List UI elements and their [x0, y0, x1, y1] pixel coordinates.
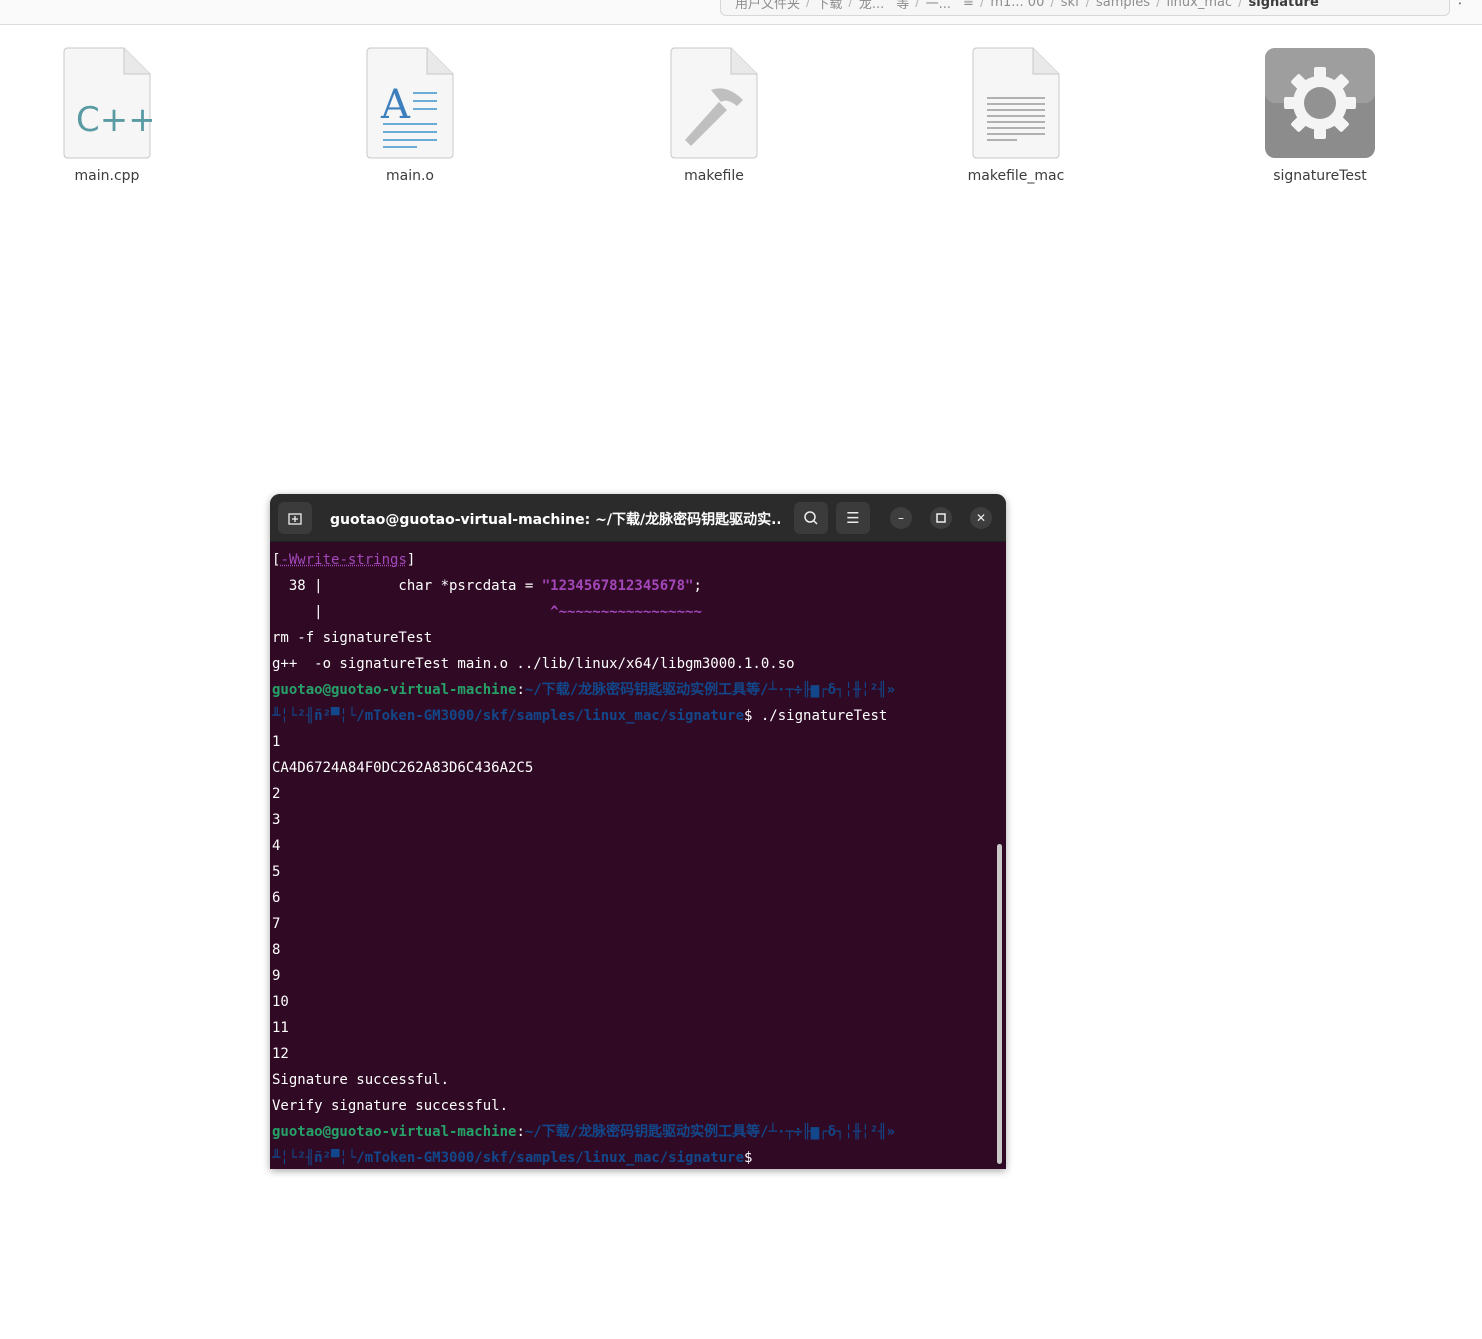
- breadcrumb-deng[interactable]: 等: [896, 0, 909, 12]
- breadcrumb-m1[interactable]: m1... 00: [990, 0, 1044, 10]
- terminal-line: Verify signature successful.: [272, 1098, 509, 1114]
- svg-text:A: A: [380, 82, 411, 128]
- terminal-prompt: guotao@guotao-virtual-machine:~/下载/龙脉密码钥…: [272, 1124, 896, 1140]
- file-item-signaturetest[interactable]: signatureTest: [1240, 46, 1400, 184]
- terminal-prompt: guotao@guotao-virtual-machine:~/下载/龙脉密码钥…: [272, 682, 896, 698]
- terminal-line: 1: [272, 734, 281, 750]
- file-item-makefile-mac[interactable]: makefile_mac: [936, 46, 1096, 184]
- text-file-icon: A: [365, 46, 455, 160]
- breadcrumb: 用户文件夹 / 下载 / 龙... 等 / 一... ≡ / m1... 00/ skf…: [720, 0, 1450, 16]
- terminal-line: 8: [272, 942, 281, 958]
- terminal-prompt-cont: ╨╎└²╢ñ²▀╎└/mToken-GM3000/skf/samples/lin…: [272, 1150, 753, 1166]
- breadcrumb-equiv[interactable]: ≡: [963, 0, 974, 10]
- breadcrumb-truncated[interactable]: 一...: [926, 0, 951, 12]
- breadcrumb-skf[interactable]: skf: [1061, 0, 1080, 10]
- terminal-line: 4: [272, 838, 281, 854]
- terminal-line: 3: [272, 812, 281, 828]
- file-item-makefile[interactable]: makefile: [634, 46, 794, 184]
- terminal-titlebar[interactable]: guotao@guotao-virtual-machine: ~/下载/龙脉密码…: [270, 494, 1006, 542]
- makefile-icon: [669, 46, 759, 160]
- search-icon[interactable]: [794, 502, 828, 534]
- terminal-window[interactable]: guotao@guotao-virtual-machine: ~/下载/龙脉密码…: [270, 494, 1006, 1169]
- terminal-line: 2: [272, 786, 281, 802]
- file-name: main.o: [386, 168, 434, 184]
- cpp-file-icon: C++: [62, 46, 152, 160]
- terminal-line: 11: [272, 1020, 289, 1036]
- close-icon[interactable]: ✕: [970, 507, 992, 529]
- terminal-line: 5: [272, 864, 281, 880]
- terminal-line: g++ -o signatureTest main.o ../lib/linux…: [272, 656, 795, 672]
- hamburger-menu-icon[interactable]: ☰: [836, 502, 870, 534]
- terminal-output[interactable]: [-Wwrite-strings] 38 | char *psrcdata = …: [272, 547, 992, 1169]
- file-item-main-o[interactable]: A main.o: [330, 46, 490, 184]
- terminal-prompt-cont: ╨╎└²╢ñ²▀╎└/mToken-GM3000/skf/samples/lin…: [272, 708, 888, 724]
- breadcrumb-long[interactable]: 龙...: [859, 0, 884, 12]
- terminal-line: 9: [272, 968, 281, 984]
- file-name: main.cpp: [74, 168, 140, 184]
- terminal-line: Signature successful.: [272, 1072, 450, 1088]
- new-tab-icon[interactable]: [278, 502, 312, 534]
- terminal-title: guotao@guotao-virtual-machine: ~/下载/龙脉密码…: [330, 512, 780, 528]
- terminal-line: 12: [272, 1046, 289, 1062]
- breadcrumb-downloads[interactable]: 下载: [816, 0, 842, 12]
- breadcrumb-samples[interactable]: samples: [1096, 0, 1150, 10]
- breadcrumb-home[interactable]: 用户文件夹: [735, 0, 800, 12]
- terminal-line: [-Wwrite-strings]: [272, 552, 416, 568]
- file-name: signatureTest: [1273, 168, 1367, 184]
- executable-gear-icon: [1263, 46, 1377, 160]
- minimize-icon[interactable]: –: [890, 507, 912, 529]
- terminal-line: 6: [272, 890, 281, 906]
- terminal-scrollbar[interactable]: [997, 844, 1002, 1164]
- terminal-line: rm -f signatureTest: [272, 630, 433, 646]
- breadcrumb-linux-mac[interactable]: linux_mac: [1166, 0, 1232, 10]
- path-bar-area: 用户文件夹 / 下载 / 龙... 等 / 一... ≡ / m1... 00/ skf…: [0, 0, 1482, 25]
- svg-text:C++: C++: [76, 100, 152, 140]
- plain-file-icon: [971, 46, 1061, 160]
- breadcrumb-signature[interactable]: signature: [1249, 0, 1319, 10]
- terminal-line: 7: [272, 916, 281, 932]
- terminal-line: 38 | char *psrcdata = "1234567812345678"…: [272, 578, 702, 594]
- terminal-line: 10: [272, 994, 289, 1010]
- file-item-main-cpp[interactable]: C++ main.cpp: [27, 46, 187, 184]
- file-name: makefile_mac: [967, 168, 1065, 184]
- kebab-icon[interactable]: ⋮: [1450, 0, 1470, 16]
- terminal-line: | ^~~~~~~~~~~~~~~~~~: [272, 604, 702, 620]
- terminal-line: CA4D6724A84F0DC262A83D6C436A2C5: [272, 760, 534, 776]
- maximize-icon[interactable]: [930, 507, 952, 529]
- file-name: makefile: [684, 168, 744, 184]
